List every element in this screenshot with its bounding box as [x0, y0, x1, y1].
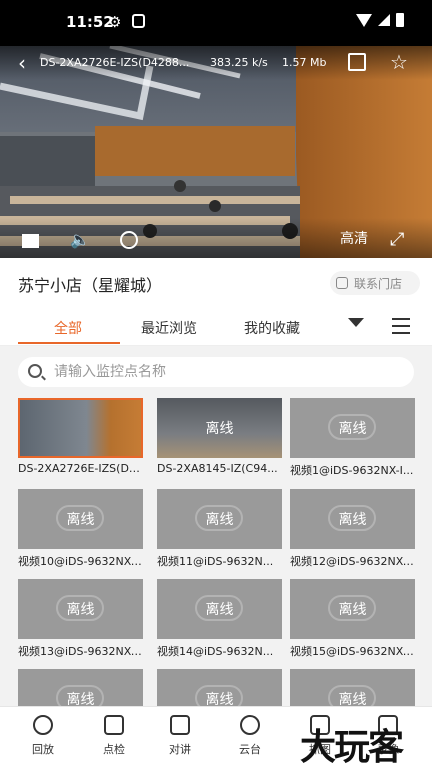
camera-tile[interactable]: 离线视频13@iDS-9632NX-... [18, 579, 143, 659]
fullscreen-icon[interactable]: ⤢ [390, 229, 404, 250]
camera-name: 视频15@iDS-9632NX-... [290, 645, 415, 658]
camera-tile[interactable]: 离线 [157, 669, 282, 708]
offline-label: 离线 [205, 421, 234, 437]
ptz-icon [240, 715, 260, 735]
camera-tile[interactable]: 离线视频1@iDS-9632NX-I... [290, 398, 415, 478]
list-view-icon[interactable] [392, 318, 410, 334]
offline-label: 离线 [338, 512, 367, 528]
camera-grid: DS-2XA2726E-IZS(D4... 离线 DS-2XA8145-IZ(C94… [0, 398, 432, 708]
camera-thumbnail: 离线 [18, 669, 143, 708]
watermark: 大玩客 [300, 727, 404, 768]
status-indicators [356, 13, 404, 27]
phone-icon [336, 277, 348, 289]
search-bar [18, 357, 414, 387]
search-input[interactable] [54, 357, 404, 387]
stop-icon[interactable] [22, 234, 39, 248]
camera-thumbnail: 离线 [290, 579, 415, 639]
offline-label: 离线 [66, 602, 95, 618]
camera-thumbnail-live [18, 398, 143, 458]
playback-icon [33, 715, 53, 735]
offline-label: 离线 [338, 602, 367, 618]
store-header: 苏宁小店（星耀城） 联系门店 [0, 258, 432, 308]
favorite-star-icon[interactable]: ☆ [390, 50, 408, 74]
volume-icon[interactable]: 🔈 [70, 230, 90, 249]
nav-item[interactable]: 云台 [230, 715, 270, 757]
contact-store-label: 联系门店 [354, 276, 403, 291]
camera-name: 视频10@iDS-9632NX-... [18, 555, 143, 568]
offline-label: 离线 [205, 602, 234, 618]
contact-store-button[interactable]: 联系门店 [330, 271, 420, 295]
camera-name: 视频13@iDS-9632NX-... [18, 645, 143, 658]
camera-thumbnail: 离线 [157, 398, 282, 458]
nav-item[interactable]: 点检 [94, 715, 134, 757]
camera-thumbnail: 离线 [18, 579, 143, 639]
camera-tile[interactable]: DS-2XA2726E-IZS(D4... [18, 398, 143, 475]
microphone-icon [170, 715, 190, 735]
store-name: 苏宁小店（星耀城） [18, 276, 163, 295]
camera-thumbnail: 离线 [18, 489, 143, 549]
camera-name: 视频12@iDS-9632NX-... [290, 555, 415, 568]
filter-icon[interactable] [348, 318, 364, 334]
nav-item[interactable]: 对讲 [160, 715, 200, 757]
camera-tile[interactable]: 离线视频12@iDS-9632NX-... [290, 489, 415, 569]
camera-tile[interactable]: 离线视频15@iDS-9632NX-... [290, 579, 415, 659]
offline-label: 离线 [66, 512, 95, 528]
tab-favorites[interactable]: 我的收藏 [244, 318, 300, 338]
camera-thumbnail: 离线 [157, 669, 282, 708]
quality-button[interactable]: 高清 [340, 228, 368, 248]
camera-thumbnail: 离线 [290, 489, 415, 549]
camera-name: DS-2XA8145-IZ(C94... [157, 462, 278, 475]
sim-status-icon [132, 14, 145, 28]
camera-name: 视频1@iDS-9632NX-I... [290, 464, 414, 477]
edit-icon[interactable] [348, 53, 366, 71]
active-tab-indicator [18, 342, 120, 344]
tab-all[interactable]: 全部 [54, 318, 82, 338]
camera-thumbnail: 离线 [157, 489, 282, 549]
nav-label: 对讲 [169, 743, 191, 756]
tab-bar: 全部 最近浏览 我的收藏 [0, 308, 432, 346]
nav-label: 回放 [32, 743, 54, 756]
wifi-icon [356, 13, 372, 27]
camera-title: DS-2XA2726E-IZS(D4288... [40, 56, 190, 69]
search-icon [28, 364, 42, 378]
nav-label: 点检 [103, 743, 125, 756]
camera-tile[interactable]: 离线视频10@iDS-9632NX-... [18, 489, 143, 569]
camera-thumbnail: 离线 [157, 579, 282, 639]
camera-tile[interactable]: 离线视频11@iDS-9632N... [157, 489, 282, 569]
offline-label: 离线 [338, 421, 367, 437]
nav-item[interactable]: 回放 [23, 715, 63, 757]
signal-icon [378, 14, 390, 26]
camera-name: 视频14@iDS-9632N... [157, 645, 274, 658]
player-bottom-bar: 🔈 高清 ⤢ [0, 218, 432, 258]
tab-recent[interactable]: 最近浏览 [141, 318, 197, 338]
camera-name: DS-2XA2726E-IZS(D4... [18, 462, 143, 475]
camera-thumbnail: 离线 [290, 669, 415, 708]
battery-icon [396, 13, 404, 27]
camera-name: 视频11@iDS-9632N... [157, 555, 274, 568]
camera-tile[interactable]: 离线 [290, 669, 415, 708]
camera-thumbnail: 离线 [290, 398, 415, 458]
status-bar: 11:52 ⚙ [0, 0, 432, 46]
data-size-readout: 1.57 Mb [282, 56, 327, 69]
live-video[interactable]: ‹ DS-2XA2726E-IZS(D4288... 383.25 k/s 1.… [0, 46, 432, 258]
bitrate-readout: 383.25 k/s [210, 56, 268, 69]
snapshot-icon[interactable] [120, 231, 138, 249]
camera-tile[interactable]: 离线 DS-2XA8145-IZ(C94... [157, 398, 282, 475]
settings-status-icon: ⚙ [108, 13, 122, 31]
nav-label: 云台 [239, 743, 261, 756]
player-top-bar: ‹ DS-2XA2726E-IZS(D4288... 383.25 k/s 1.… [0, 46, 432, 80]
camera-tile[interactable]: 离线视频14@iDS-9632N... [157, 579, 282, 659]
offline-label: 离线 [205, 512, 234, 528]
camera-tile[interactable]: 离线 [18, 669, 143, 708]
status-time: 11:52 [66, 13, 114, 31]
back-arrow-icon[interactable]: ‹ [18, 52, 26, 74]
checklist-icon [104, 715, 124, 735]
